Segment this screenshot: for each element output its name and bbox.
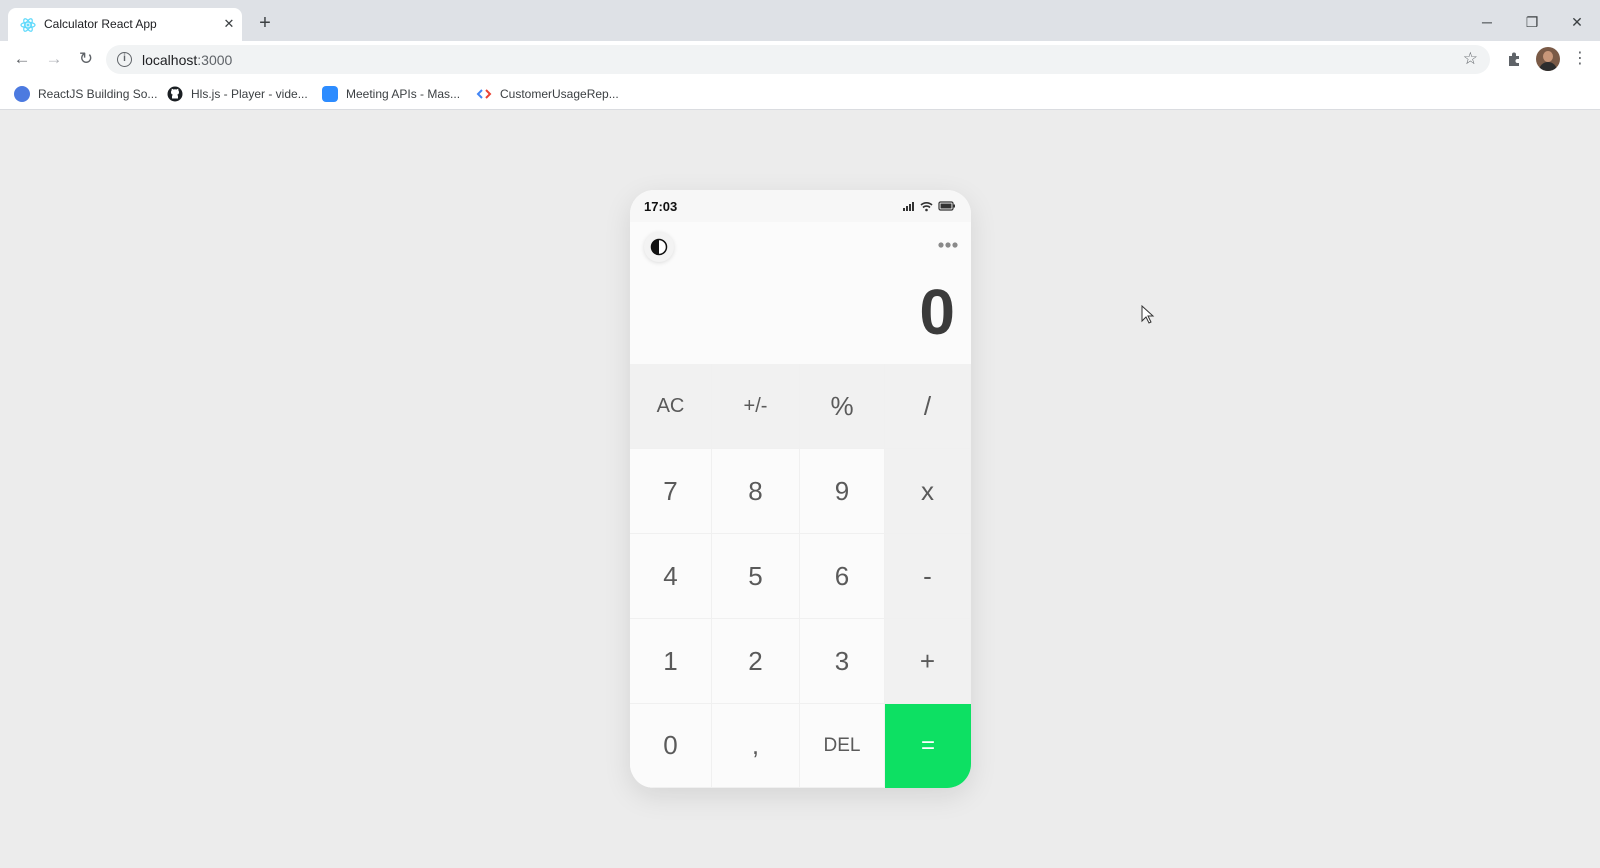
key-9[interactable]: 9 [800,449,885,534]
bookmark-label: ReactJS Building So... [38,87,158,101]
more-options-icon[interactable] [937,239,959,251]
key-5[interactable]: 5 [712,534,800,619]
profile-avatar[interactable] [1536,47,1560,71]
key-3[interactable]: 3 [800,619,885,704]
minimize-icon[interactable]: ─ [1472,10,1502,34]
theme-toggle-button[interactable] [644,232,674,262]
battery-icon [938,201,955,211]
back-arrow-icon[interactable]: ← [10,47,34,71]
key-add[interactable]: + [885,619,971,704]
key-8[interactable]: 8 [712,449,800,534]
status-time: 17:03 [644,199,678,214]
wifi-icon [920,202,933,212]
key-multiply[interactable]: x [885,449,971,534]
key-toggle-sign[interactable]: +/- [712,364,800,449]
forward-arrow-icon[interactable]: → [42,47,66,71]
key-4[interactable]: 4 [630,534,712,619]
signal-icon [903,202,914,211]
bookmark-item[interactable]: Meeting APIs - Mas... [322,85,460,103]
keypad: AC +/- % / 7 8 9 x 4 5 6 - 1 2 3 + 0 , D… [630,364,971,788]
bookmark-star-icon[interactable]: ☆ [1463,49,1478,69]
close-tab-icon[interactable]: ✕ [220,15,238,33]
url-host: localhost [142,52,198,68]
reload-icon[interactable]: ↻ [74,47,98,71]
restore-icon[interactable]: ❐ [1517,10,1547,34]
page-viewport: 17:03 0 AC +/- % / 7 8 9 x 4 5 6 - 1 2 3… [0,110,1600,868]
browser-toolbar: ← → ↻ i localhost:3000 ☆ ⋮ [0,41,1600,78]
mouse-cursor-icon [1141,305,1155,324]
status-indicators [903,201,955,212]
key-2[interactable]: 2 [712,619,800,704]
github-icon [167,86,183,102]
key-clear-all[interactable]: AC [630,364,712,449]
close-window-icon[interactable]: ✕ [1562,10,1592,34]
key-0[interactable]: 0 [630,704,712,788]
key-equals[interactable]: = [885,704,971,788]
browser-tab[interactable]: Calculator React App ✕ [8,8,242,41]
tab-title: Calculator React App [44,17,157,31]
key-divide[interactable]: / [885,364,971,449]
bookmark-item[interactable]: Hls.js - Player - vide... [167,85,308,103]
url-port: :3000 [197,52,233,68]
key-6[interactable]: 6 [800,534,885,619]
calculator-header [630,222,971,272]
browser-menu-icon[interactable]: ⋮ [1572,47,1588,71]
zoom-icon [322,86,338,102]
react-favicon-icon [20,18,36,32]
calculator-display: 0 [630,272,971,364]
half-moon-icon [650,238,668,256]
key-subtract[interactable]: - [885,534,971,619]
bookmarks-bar: ReactJS Building So... Hls.js - Player -… [0,78,1600,110]
key-7[interactable]: 7 [630,449,712,534]
key-1[interactable]: 1 [630,619,712,704]
new-tab-button[interactable]: + [254,12,276,34]
address-bar[interactable]: i localhost:3000 ☆ [106,45,1490,74]
display-value: 0 [919,276,955,348]
site-info-icon[interactable]: i [117,52,132,67]
key-decimal[interactable]: , [712,704,800,788]
key-percent[interactable]: % [800,364,885,449]
calculator-phone: 17:03 0 AC +/- % / 7 8 9 x 4 5 6 - 1 2 3… [630,190,971,788]
url-text: localhost:3000 [142,52,232,68]
bookmark-item[interactable]: CustomerUsageRep... [476,85,619,103]
react-bookmark-icon [14,86,30,102]
code-icon [476,89,492,99]
bookmark-label: Hls.js - Player - vide... [191,87,308,101]
tab-strip: Calculator React App ✕ + ─ ❐ ✕ [0,0,1600,41]
bookmark-label: CustomerUsageRep... [500,87,619,101]
status-bar: 17:03 [630,190,971,222]
key-delete[interactable]: DEL [800,704,885,788]
bookmark-label: Meeting APIs - Mas... [346,87,461,101]
bookmark-item[interactable]: ReactJS Building So... [14,85,157,103]
extensions-puzzle-icon[interactable] [1505,49,1525,69]
